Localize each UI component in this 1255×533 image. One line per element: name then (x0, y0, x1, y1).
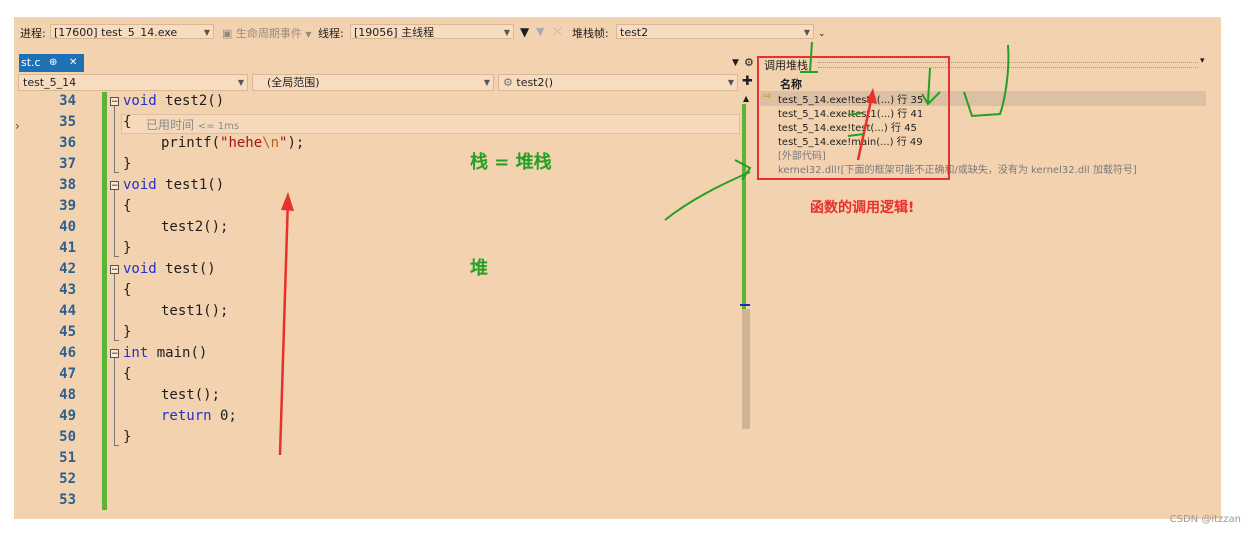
red-arrow-stroke (278, 197, 290, 456)
watermark: CSDN @itzzan (1169, 514, 1241, 525)
red-arrow-stroke (856, 95, 874, 161)
green-arrow-stroke (927, 67, 931, 103)
red-arrow-head (281, 192, 294, 211)
annotation-strokes (278, 41, 1010, 456)
green-mark (847, 133, 865, 137)
green-check-stroke (963, 44, 1010, 118)
green-arrow-stroke (664, 171, 751, 221)
green-mark (847, 112, 863, 116)
green-arrow-stroke (809, 41, 813, 73)
red-arrow-head (866, 88, 877, 104)
green-arrow-head (921, 91, 941, 106)
